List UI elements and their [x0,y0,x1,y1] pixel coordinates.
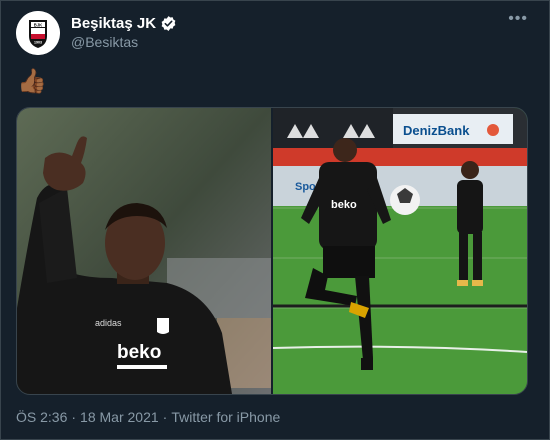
besiktas-crest-icon: BJK 1903 [16,11,60,55]
left-shirt-sponsor: beko [117,342,161,363]
meta-separator: · [71,409,77,425]
author-display-name[interactable]: Beşiktaş JK [71,15,156,32]
meta-separator: · [162,409,168,425]
author-handle[interactable]: @Besiktas [71,34,138,50]
photo-right[interactable]: DenizBank Spor beko [273,108,527,394]
more-options-icon[interactable]: ••• [508,10,528,28]
media-grid: beko adidas DenizBank Spor beko [16,107,528,395]
right-shirt-sponsor: beko [331,199,357,211]
tweet-meta: ÖS 2:36 · 18 Mar 2021 · Twitter for iPho… [16,409,280,425]
tweet-time[interactable]: ÖS 2:36 [16,409,67,425]
photo-left[interactable]: beko adidas [17,108,271,394]
tweet-source[interactable]: Twitter for iPhone [171,409,280,425]
training-pitch-photo: DenizBank Spor beko [273,108,527,394]
tweet-text: 👍🏾 [17,68,47,95]
thumbs-up-player-photo: beko adidas [17,108,271,394]
crest-year: 1903 [34,41,42,45]
crest-text: BJK [34,22,42,27]
tweet-date[interactable]: 18 Mar 2021 [80,409,159,425]
verified-badge-icon [161,16,176,31]
right-banner-text: DenizBank [403,123,470,138]
left-shirt-brand: adidas [95,318,122,328]
author-avatar[interactable]: BJK 1903 [16,11,60,55]
